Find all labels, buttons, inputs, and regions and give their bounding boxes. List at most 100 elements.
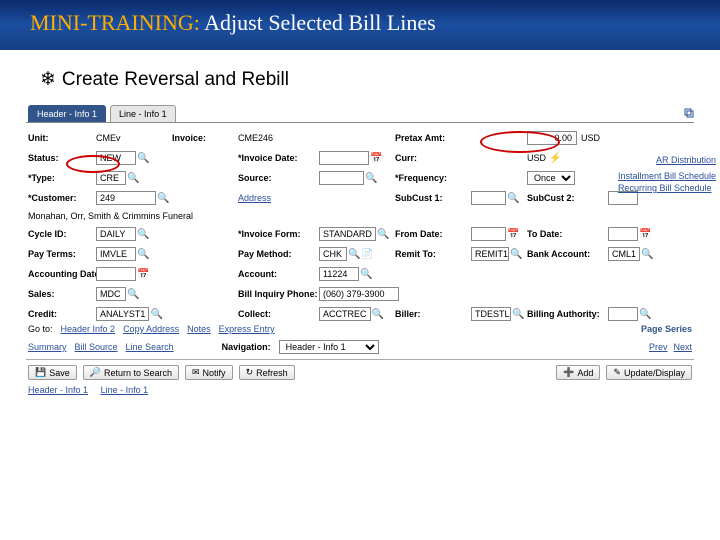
currency-detail-icon[interactable]: ⚡	[550, 153, 561, 164]
lookup-icon[interactable]: 🔍	[128, 173, 139, 184]
billphone-input[interactable]: (060) 379-3900	[319, 287, 399, 301]
account-input[interactable]: 11224	[319, 267, 359, 281]
page-tabs: Header - Info 1 Line - Info 1	[26, 105, 694, 123]
tab-header-info-1[interactable]: Header - Info 1	[28, 105, 106, 122]
frequency-select[interactable]: Once	[527, 171, 575, 185]
bottom-tab-links: Header - Info 1 Line - Info 1	[26, 383, 694, 397]
add-button[interactable]: ➕Add	[556, 365, 600, 380]
lookup-icon[interactable]: 🔍	[138, 153, 149, 164]
calendar-icon[interactable]: 📅	[640, 229, 651, 240]
from-date-input[interactable]	[471, 227, 506, 241]
bottom-tab-header[interactable]: Header - Info 1	[28, 385, 88, 395]
bankacct-input[interactable]: CML1	[608, 247, 640, 261]
summary-row: Summary Bill Source Line Search Navigati…	[26, 337, 694, 357]
lookup-icon[interactable]: 🔍	[361, 269, 372, 280]
prev-link[interactable]: Prev	[649, 342, 668, 352]
type-input[interactable]: CRE	[96, 171, 126, 185]
subcust1-input[interactable]	[471, 191, 506, 205]
goto-row: Go to: Header Info 2 Copy Address Notes …	[26, 321, 694, 337]
lookup-icon[interactable]: 🔍	[378, 229, 389, 240]
recurring-link[interactable]: Recurring Bill Schedule	[618, 183, 716, 193]
cycle-input[interactable]: DAILY	[96, 227, 136, 241]
notify-button[interactable]: ✉Notify	[185, 365, 233, 380]
customer-input[interactable]: 249	[96, 191, 156, 205]
unit-label: Unit:	[28, 133, 90, 143]
curr-label: Curr:	[395, 153, 465, 163]
page-series-label: Page Series	[641, 324, 692, 334]
calendar-icon[interactable]: 📅	[371, 153, 382, 164]
title-rest: Adjust Selected Bill Lines	[200, 10, 436, 35]
lookup-icon[interactable]: 🔍	[138, 229, 149, 240]
right-link-block: AR Distribution Installment Bill Schedul…	[618, 155, 716, 195]
collect-input[interactable]: ACCTREC	[319, 307, 371, 321]
lookup-icon[interactable]: 🔍	[128, 289, 139, 300]
lookup-icon[interactable]: 🔍	[349, 249, 360, 260]
curr-value: USD	[527, 153, 546, 163]
billauth-input[interactable]	[608, 307, 638, 321]
highlight-ring-pretax	[480, 131, 560, 153]
line-search-link[interactable]: Line Search	[126, 342, 174, 352]
acctdate-input[interactable]	[96, 267, 136, 281]
return-icon: 🔎	[90, 367, 101, 378]
return-button[interactable]: 🔎Return to Search	[83, 365, 179, 380]
credit-input[interactable]: ANALYST1	[96, 307, 149, 321]
next-link[interactable]: Next	[673, 342, 692, 352]
source-input[interactable]	[319, 171, 364, 185]
biller-input[interactable]: TDESTL	[471, 307, 511, 321]
paymethod-input[interactable]: CHK	[319, 247, 347, 261]
slide-subheading: ❄Create Reversal and Rebill	[0, 50, 720, 105]
invoice-form-label: Invoice Form:	[238, 229, 313, 239]
goto-label: Go to:	[28, 324, 53, 334]
bill-source-link[interactable]: Bill Source	[75, 342, 118, 352]
lookup-icon[interactable]: 🔍	[513, 309, 524, 320]
to-date-input[interactable]	[608, 227, 638, 241]
save-button[interactable]: 💾Save	[28, 365, 77, 380]
refresh-icon: ↻	[246, 367, 254, 378]
cycle-label: Cycle ID:	[28, 229, 90, 239]
notes-link[interactable]: Notes	[187, 324, 211, 334]
header-info2-link[interactable]: Header Info 2	[61, 324, 116, 334]
add-icon: ➕	[563, 367, 574, 378]
lookup-icon[interactable]: 🔍	[138, 249, 149, 260]
update-display-button[interactable]: ✎Update/Display	[606, 365, 692, 380]
title-highlight: MINI-TRAINING:	[30, 10, 200, 35]
customer-name: Monahan, Orr, Smith & Crimmins Funeral	[28, 211, 389, 221]
lookup-icon[interactable]: 🔍	[640, 309, 651, 320]
lookup-icon[interactable]: 🔍	[373, 309, 384, 320]
lookup-icon[interactable]: 🔍	[511, 249, 522, 260]
copy-address-link[interactable]: Copy Address	[123, 324, 179, 334]
refresh-button[interactable]: ↻Refresh	[239, 365, 295, 380]
invoice-value: CME246	[238, 133, 313, 143]
tab-line-info-1[interactable]: Line - Info 1	[110, 105, 176, 122]
lookup-icon[interactable]: 🔍	[366, 173, 377, 184]
notify-icon: ✉	[192, 367, 200, 378]
account-label: Account:	[238, 269, 313, 279]
divider	[26, 359, 694, 360]
lookup-icon[interactable]: 🔍	[151, 309, 162, 320]
summary-link[interactable]: Summary	[28, 342, 67, 352]
invoice-date-input[interactable]	[319, 151, 369, 165]
action-toolbar: 💾Save 🔎Return to Search ✉Notify ↻Refresh…	[26, 362, 694, 383]
lookup-icon[interactable]: 🔍	[158, 193, 169, 204]
type-label: Type:	[28, 173, 90, 183]
express-entry-link[interactable]: Express Entry	[219, 324, 275, 334]
navigation-select[interactable]: Header - Info 1	[279, 340, 379, 354]
billauth-label: Billing Authority:	[527, 309, 602, 319]
calendar-icon[interactable]: 📅	[138, 269, 149, 280]
address-link[interactable]: Address	[238, 193, 271, 203]
new-window-icon[interactable]	[684, 105, 694, 122]
acctdate-label: Accounting Date:	[28, 269, 90, 279]
paymethod-detail-icon[interactable]: 📄	[362, 249, 373, 260]
remitto-input[interactable]: REMIT1	[471, 247, 509, 261]
invoice-form-input[interactable]: STANDARD	[319, 227, 376, 241]
lookup-icon[interactable]: 🔍	[642, 249, 653, 260]
lookup-icon[interactable]: 🔍	[508, 193, 519, 204]
installment-link[interactable]: Installment Bill Schedule	[618, 171, 716, 181]
navigation-label: Navigation:	[222, 342, 271, 352]
sales-input[interactable]: MDC	[96, 287, 126, 301]
ar-distribution-link[interactable]: AR Distribution	[618, 155, 716, 165]
bottom-tab-line[interactable]: Line - Info 1	[101, 385, 149, 395]
calendar-icon[interactable]: 📅	[508, 229, 519, 240]
payterms-label: Pay Terms:	[28, 249, 90, 259]
payterms-input[interactable]: IMVLE	[96, 247, 136, 261]
